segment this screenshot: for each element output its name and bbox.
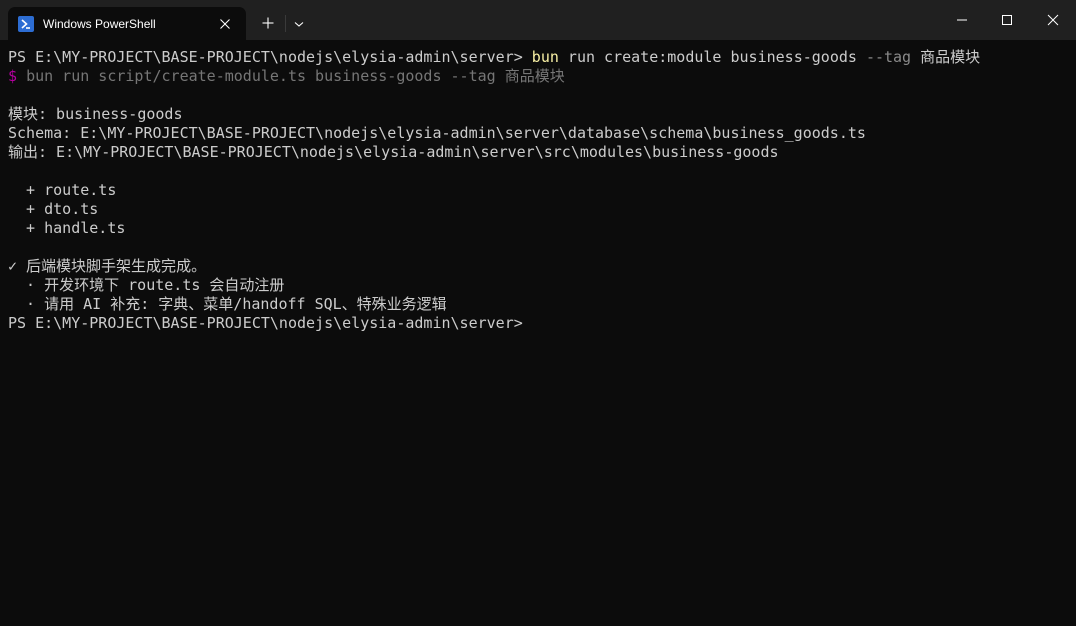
maximize-icon[interactable] [984,8,1030,32]
powershell-icon [18,16,34,32]
echo-line: $ bun run script/create-module.ts busine… [8,67,1076,86]
output-line: 输出: E:\MY-PROJECT\BASE-PROJECT\nodejs\el… [8,143,779,161]
command-flag: --tag [865,48,912,66]
done-line: ✓ 后端模块脚手架生成完成。 [8,257,207,275]
prompt: PS E:\MY-PROJECT\BASE-PROJECT\nodejs\ely… [8,48,523,66]
chevron-down-icon[interactable] [290,15,308,33]
terminal-output[interactable]: PS E:\MY-PROJECT\BASE-PROJECT\nodejs\ely… [0,40,1076,626]
tab-windows-powershell[interactable]: Windows PowerShell [8,7,246,40]
file-item: + route.ts [8,181,117,199]
close-tab-icon[interactable] [215,14,235,34]
prompt-line: PS E:\MY-PROJECT\BASE-PROJECT\nodejs\ely… [8,314,523,332]
command-args: run create:module business-goods [567,48,857,66]
module-line: 模块: business-goods [8,105,183,123]
tab-title: Windows PowerShell [43,17,156,31]
command-name: bun [531,48,559,66]
note-item: · 开发环境下 route.ts 会自动注册 [8,276,285,294]
tab-separator [285,15,286,32]
echo-marker: $ [8,67,18,85]
minimize-icon[interactable] [939,8,985,32]
command-line: PS E:\MY-PROJECT\BASE-PROJECT\nodejs\ely… [8,48,1076,67]
note-item: · 请用 AI 补充: 字典、菜单/handoff SQL、特殊业务逻辑 [8,295,447,313]
echo-text: bun run script/create-module.ts business… [26,67,565,85]
command-flag-value: 商品模块 [920,48,981,66]
new-tab-plus-icon[interactable] [258,13,278,33]
close-window-icon[interactable] [1030,8,1076,32]
title-bar: Windows PowerShell [0,0,1076,40]
schema-line: Schema: E:\MY-PROJECT\BASE-PROJECT\nodej… [8,124,866,142]
file-item: + dto.ts [8,200,99,218]
file-item: + handle.ts [8,219,126,237]
